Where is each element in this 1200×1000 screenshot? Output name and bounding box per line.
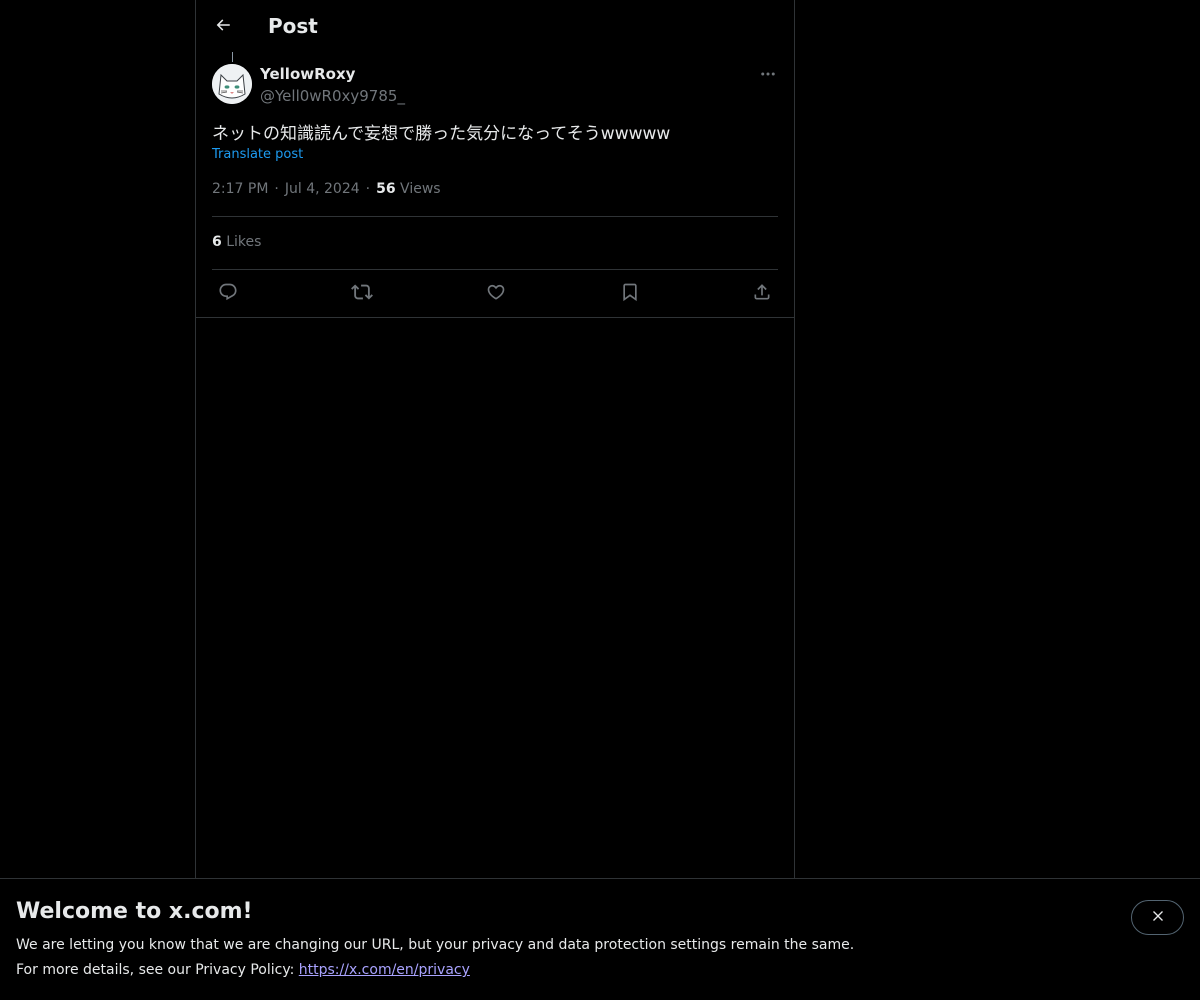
post-bottom-border — [196, 317, 794, 318]
action-bar — [212, 278, 778, 310]
banner-message: We are letting you know that we are chan… — [16, 937, 855, 953]
share-icon — [752, 282, 772, 306]
bookmark-button[interactable] — [614, 278, 646, 310]
divider — [212, 216, 778, 217]
divider — [212, 269, 778, 270]
views-label: Views — [400, 181, 441, 197]
arrow-left-icon — [214, 16, 232, 38]
post-column: Post YellowRoxy @Yell0wR0xy9785_ ネットの知識読… — [195, 0, 795, 880]
more-icon — [759, 65, 777, 87]
page-header: Post — [196, 0, 794, 53]
repost-button[interactable] — [346, 278, 378, 310]
banner-details: For more details, see our Privacy Policy… — [16, 962, 470, 978]
like-button[interactable] — [480, 278, 512, 310]
author-name[interactable]: YellowRoxy — [260, 65, 355, 83]
avatar-thread-line — [232, 52, 233, 62]
post-text: ネットの知識読んで妄想で勝った気分になってそうwwwww — [212, 124, 671, 144]
reply-icon — [218, 282, 238, 306]
post-time[interactable]: 2:17 PM — [212, 181, 268, 197]
likes-count: 6 — [212, 234, 222, 250]
banner-title: Welcome to x.com! — [16, 899, 253, 924]
repost-icon — [351, 281, 373, 307]
close-banner-button[interactable] — [1131, 900, 1184, 935]
likes-summary[interactable]: 6 Likes — [212, 234, 261, 250]
cat-face-icon — [212, 64, 252, 104]
reply-button[interactable] — [212, 278, 244, 310]
views-count: 56 — [376, 181, 396, 197]
author-handle[interactable]: @Yell0wR0xy9785_ — [260, 87, 405, 105]
more-options-button[interactable] — [754, 62, 782, 90]
close-icon — [1150, 908, 1166, 928]
avatar[interactable] — [212, 64, 252, 104]
privacy-policy-link[interactable]: https://x.com/en/privacy — [299, 962, 470, 978]
back-button[interactable] — [206, 10, 240, 44]
post-meta: 2:17 PM · Jul 4, 2024 · 56 Views — [212, 181, 441, 197]
translate-post-link[interactable]: Translate post — [212, 147, 303, 162]
meta-separator: · — [365, 181, 371, 197]
likes-label: Likes — [226, 234, 262, 250]
meta-separator: · — [274, 181, 279, 197]
share-button[interactable] — [746, 278, 778, 310]
post-date[interactable]: Jul 4, 2024 — [285, 181, 360, 197]
page-title: Post — [268, 14, 318, 38]
bookmark-icon — [620, 282, 640, 306]
like-icon — [486, 282, 506, 306]
banner-details-text: For more details, see our Privacy Policy… — [16, 962, 299, 978]
welcome-banner: Welcome to x.com! We are letting you kno… — [0, 878, 1200, 1000]
